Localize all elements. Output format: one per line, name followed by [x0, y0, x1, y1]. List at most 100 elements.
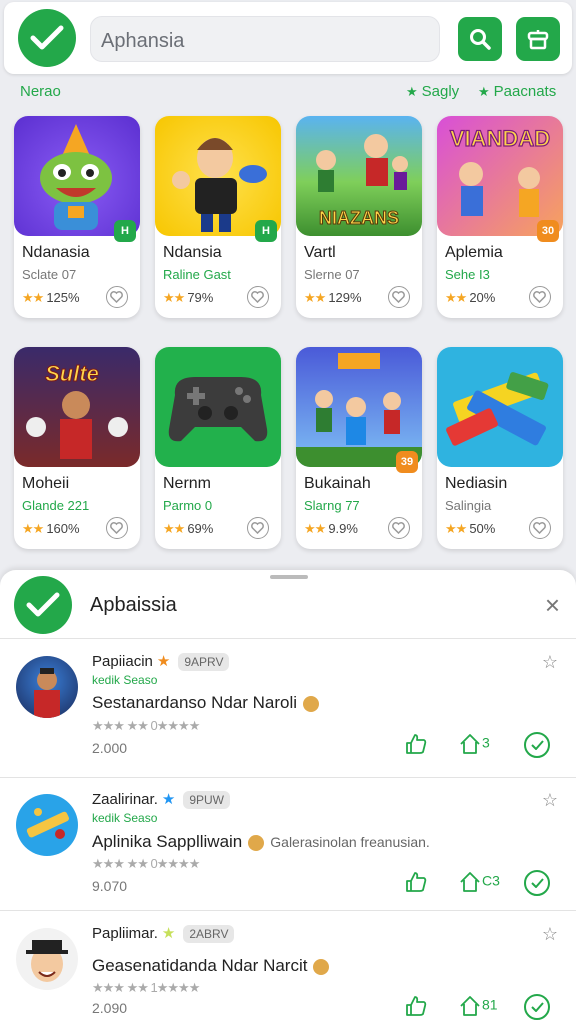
gamepad-icon: [168, 377, 268, 442]
app-name: Nernm: [163, 475, 212, 492]
favorite-button[interactable]: [106, 517, 128, 539]
app-badge: H: [255, 220, 277, 242]
favorite-button[interactable]: [247, 286, 269, 308]
app-card[interactable]: Sulte Moheii Glande 221 ★★ 160%: [14, 347, 140, 549]
item-desc-text: Aplinika Sapplliwain: [92, 832, 243, 851]
favorite-button[interactable]: [247, 517, 269, 539]
app-card[interactable]: H Ndansia Raline Gast ★★ 79%: [155, 116, 281, 318]
close-icon[interactable]: ×: [545, 592, 560, 618]
item-desc-extra: Galerasinolan freanusian.: [270, 834, 430, 850]
heart-icon: [533, 291, 546, 303]
emoji-icon: [313, 958, 330, 975]
favorite-button[interactable]: [106, 286, 128, 308]
app-subtitle: Glande 221: [22, 498, 90, 513]
app-rating: ★★ 125%: [22, 290, 80, 306]
rating-stars-icon: ★★: [304, 290, 326, 305]
featured-star-icon: ★: [161, 791, 176, 808]
home-count: C3: [482, 872, 500, 889]
thumbs-up-icon: [406, 734, 427, 754]
rating-value: 129%: [328, 290, 362, 305]
like-button[interactable]: [404, 994, 428, 1021]
heart-icon: [392, 522, 405, 534]
store-button[interactable]: [516, 17, 560, 61]
thumb-title: VIANDAD: [450, 126, 550, 151]
rating-value: 79%: [187, 290, 214, 305]
sheet-drag-handle[interactable]: [270, 575, 308, 579]
checkmark-icon: [531, 878, 544, 888]
app-card[interactable]: H Ndanasia Sclate 07 ★★ 125%: [14, 116, 140, 318]
item-description: Geasenatidanda Ndar Narcit: [92, 956, 330, 976]
check-button[interactable]: [524, 994, 550, 1020]
storefront-icon: [527, 30, 549, 50]
like-button[interactable]: [404, 732, 428, 759]
star-icon: ★: [406, 84, 418, 99]
section-label: Nerao: [20, 83, 61, 100]
item-stars: ★★★ ★★ 0★★★★: [92, 856, 200, 871]
avatar: [16, 928, 78, 990]
bookmark-star-icon[interactable]: ☆: [542, 924, 558, 945]
search-input[interactable]: Aphansia: [90, 16, 440, 62]
filter-sagly[interactable]: ★ Sagly: [406, 83, 459, 100]
favorite-button[interactable]: [388, 517, 410, 539]
favorite-button[interactable]: [529, 517, 551, 539]
app-rating: ★★ 50%: [445, 521, 495, 537]
like-button[interactable]: [404, 870, 428, 897]
home-count: 3: [482, 734, 490, 751]
app-name: Aplemia: [445, 244, 503, 261]
app-badge: 39: [396, 451, 418, 473]
item-name-text: Zaalirinar.: [92, 791, 158, 808]
app-card[interactable]: NIAZANS Vartl Slerne 07 ★★ 129%: [296, 116, 422, 318]
rating-value: 160%: [46, 521, 80, 536]
app-subtitle: Parmo 0: [163, 498, 213, 513]
check-button[interactable]: [524, 870, 550, 896]
app-name: Vartl: [304, 244, 336, 261]
item-name: Papiiacin ★ 9APRV: [92, 652, 230, 672]
rating-stars-icon: ★★: [163, 521, 185, 536]
app-thumbnail: [155, 347, 281, 467]
heart-icon: [533, 522, 546, 534]
app-subtitle: Sehe I3: [445, 267, 490, 282]
heart-icon: [251, 291, 264, 303]
app-logo-icon: [14, 576, 72, 634]
bookmark-star-icon[interactable]: ☆: [542, 790, 558, 811]
filter-label: Sagly: [421, 83, 460, 100]
list-item[interactable]: Zaalirinar. ★ 9PUW kedik Seaso Aplinika Sa…: [0, 784, 576, 914]
app-card[interactable]: Nediasin Salingia ★★ 50%: [437, 347, 563, 549]
app-thumbnail: NIAZANS: [296, 116, 422, 236]
app-name: Moheii: [22, 475, 70, 492]
home-button[interactable]: 81: [458, 994, 498, 1018]
rating-stars-icon: ★★: [22, 521, 44, 536]
app-rating: ★★ 9.9%: [304, 521, 358, 537]
featured-star-icon: ★: [156, 653, 171, 670]
app-card[interactable]: Nernm Parmo 0 ★★ 69%: [155, 347, 281, 549]
app-badge: 30: [537, 220, 559, 242]
rating-stars-icon: ★★: [304, 521, 326, 536]
item-name: Papliimar. ★ 2ABRV: [92, 924, 235, 944]
app-rating: ★★ 20%: [445, 290, 495, 306]
filter-paacnats[interactable]: ★ Paacnats: [478, 83, 556, 100]
item-count: 9.070: [92, 878, 128, 894]
favorite-button[interactable]: [529, 286, 551, 308]
list-item[interactable]: Papiiacin ★ 9APRV kedik Seaso Sestanardans…: [0, 646, 576, 776]
app-card[interactable]: 39 Bukainah Slarng 77 ★★ 9.9%: [296, 347, 422, 549]
check-button[interactable]: [524, 732, 550, 758]
app-rating: ★★ 129%: [304, 290, 362, 306]
checkmark-icon: [531, 740, 544, 750]
home-button[interactable]: C3: [458, 870, 500, 894]
favorite-button[interactable]: [388, 286, 410, 308]
item-stars: ★★★ ★★ 1★★★★: [92, 980, 200, 995]
home-icon: [460, 872, 480, 892]
home-button[interactable]: 3: [458, 732, 490, 756]
home-icon: [460, 996, 480, 1016]
app-logo-icon[interactable]: [18, 9, 76, 67]
app-card[interactable]: VIANDAD 30 Aplemia Sehe I3 ★★ 20%: [437, 116, 563, 318]
item-count: 2.000: [92, 740, 128, 756]
bookmark-star-icon[interactable]: ☆: [542, 652, 558, 673]
search-icon: [470, 29, 491, 50]
search-button[interactable]: [458, 17, 502, 61]
list-item[interactable]: Papliimar. ★ 2ABRV Geasenatidanda Ndar Nar…: [0, 918, 576, 1024]
avatar: [16, 656, 78, 718]
bottom-sheet: Apbaissia × Papiiacin ★ 9APRV kedik Seaso …: [0, 570, 576, 1024]
app-name: Ndanasia: [22, 244, 90, 261]
heart-icon: [392, 291, 405, 303]
